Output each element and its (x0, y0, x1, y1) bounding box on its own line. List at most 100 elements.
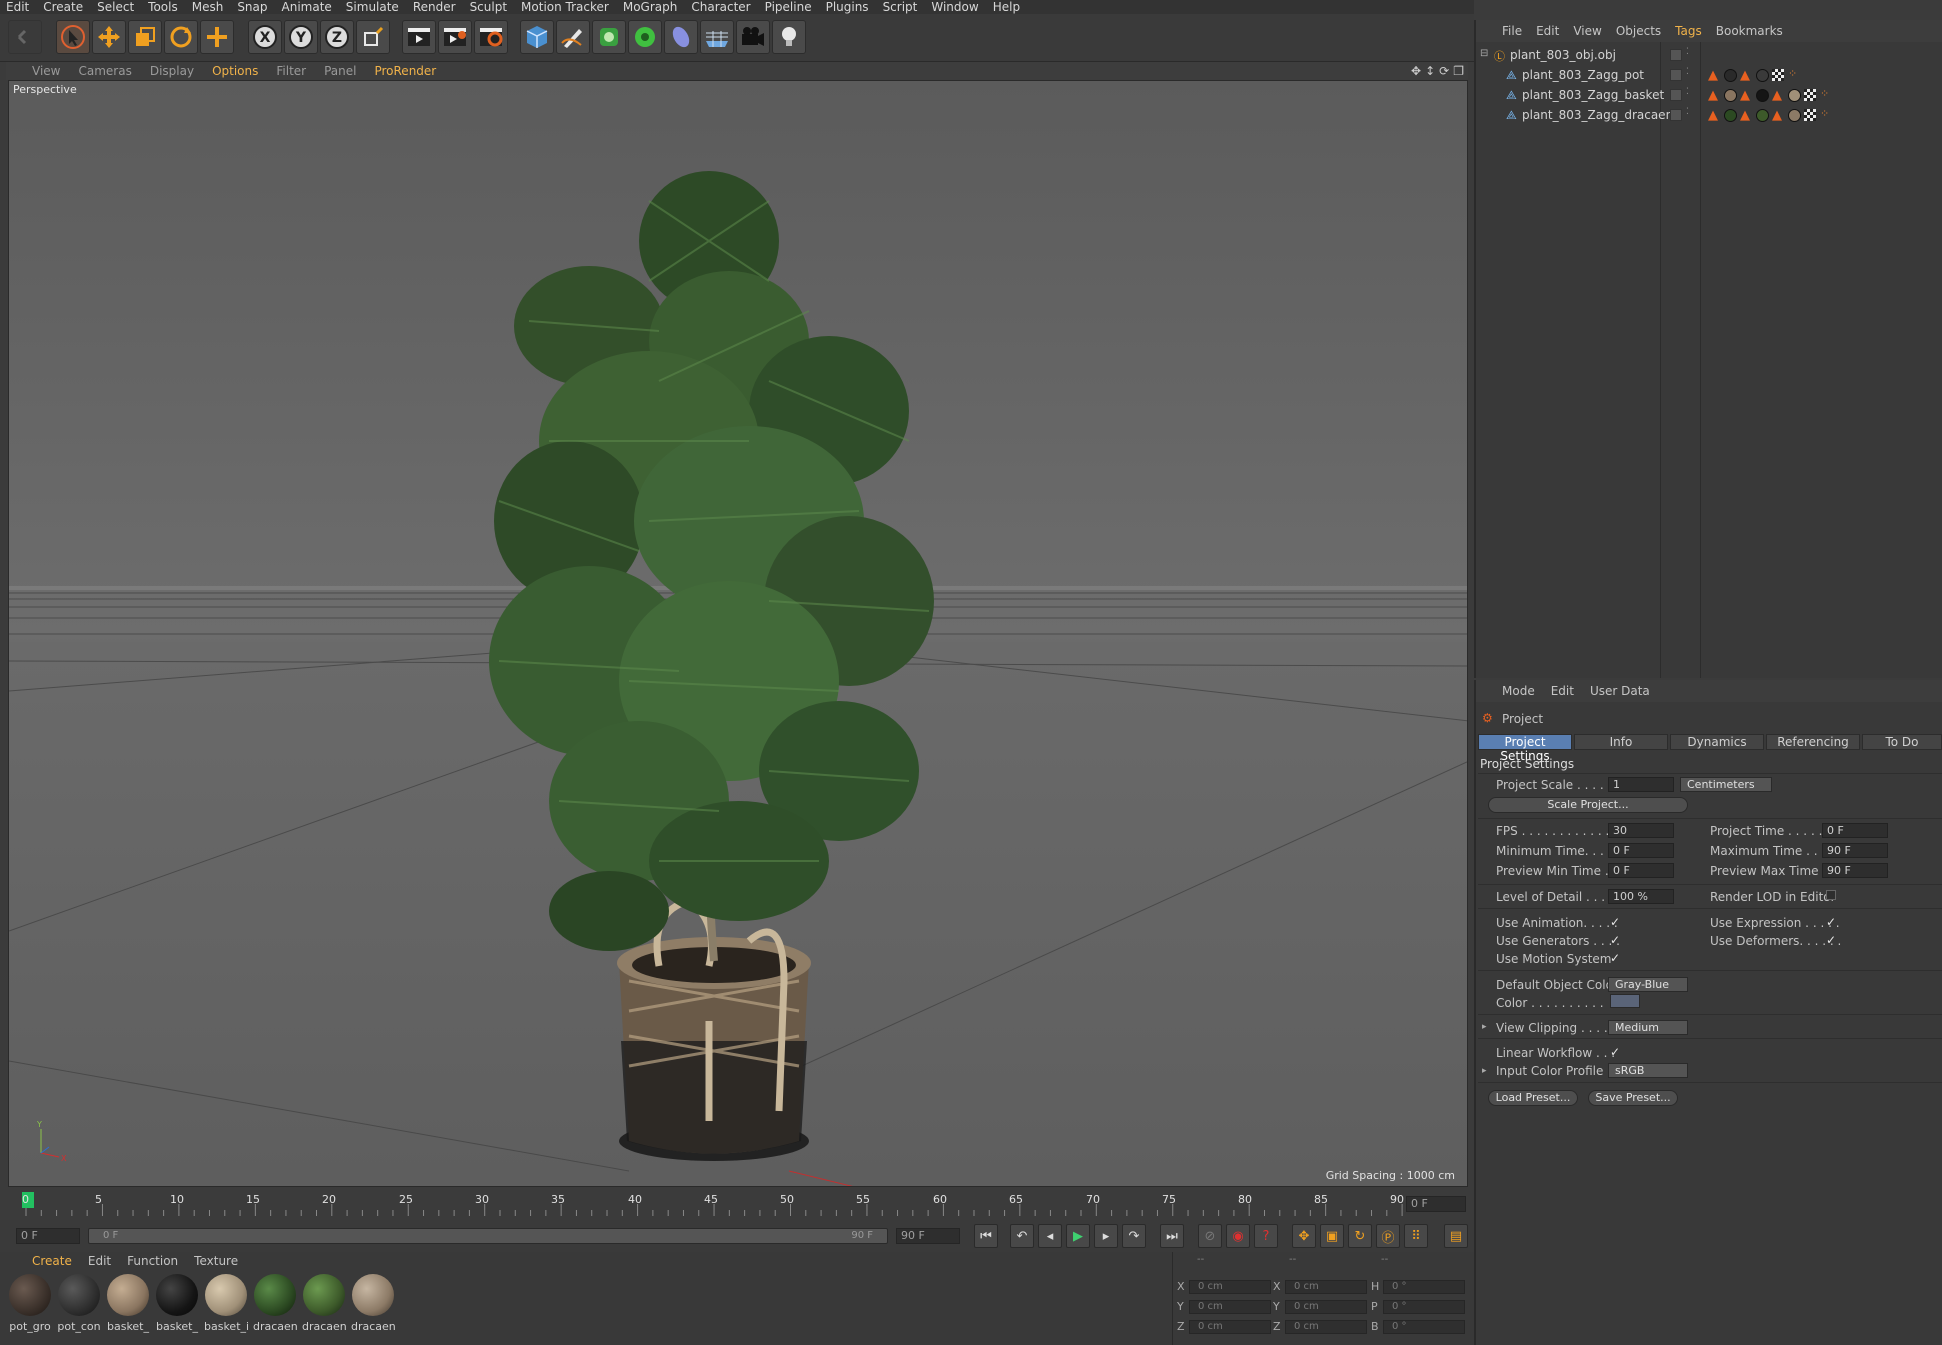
menu-animate[interactable]: Animate (282, 0, 332, 14)
tab-dynamics[interactable]: Dynamics (1670, 734, 1764, 750)
render-view-icon[interactable] (402, 20, 436, 54)
undo-icon[interactable] (8, 20, 42, 54)
viewport-menu-view[interactable]: View (32, 64, 60, 78)
material-swatch[interactable]: dracaen (253, 1274, 297, 1338)
project-scale-field[interactable]: 1 (1608, 777, 1674, 792)
autokey-icon[interactable]: ◉ (1226, 1224, 1250, 1248)
phong-tag-icon[interactable]: ▲ (1740, 68, 1750, 83)
position-x-field[interactable]: 0 cm (1189, 1280, 1271, 1294)
object-menu-file[interactable]: File (1502, 24, 1522, 38)
object-row[interactable]: ⊟ Ⓛ plant_803_obj.obj ⁚ (1476, 45, 1942, 65)
menu-render[interactable]: Render (413, 0, 456, 14)
move-icon[interactable] (92, 20, 126, 54)
position-key-icon[interactable]: ✥ (1292, 1224, 1316, 1248)
viewport-menu-panel[interactable]: Panel (324, 64, 356, 78)
material-tag-icon[interactable] (1724, 69, 1737, 82)
use-generators-checkbox[interactable]: ✓ (1610, 934, 1622, 946)
timeline-ruler[interactable]: 0 5 10 15 20 25 30 35 40 45 50 55 60 65 … (8, 1188, 1468, 1222)
selection-tag-icon[interactable]: ⁘ (1820, 87, 1829, 100)
uvw-tag-icon[interactable] (1804, 89, 1816, 101)
menu-create[interactable]: Create (43, 0, 83, 14)
render-settings-icon[interactable] (474, 20, 508, 54)
use-animation-checkbox[interactable]: ✓ (1610, 916, 1622, 928)
pan-icon[interactable]: ✥ (1411, 64, 1421, 78)
size-x-field[interactable]: 0 cm (1285, 1280, 1367, 1294)
viewport-menu-display[interactable]: Display (150, 64, 194, 78)
material-swatch[interactable]: basket_ (106, 1274, 150, 1338)
visibility-toggle[interactable] (1670, 89, 1682, 101)
input-color-profile-dropdown[interactable]: sRGB (1608, 1063, 1688, 1078)
phong-tag-icon[interactable]: ▲ (1708, 68, 1718, 83)
zoom-icon[interactable]: ↕ (1425, 64, 1435, 78)
material-tag-icon[interactable] (1788, 109, 1801, 122)
selection-tag-icon[interactable]: ⁘ (1820, 107, 1829, 120)
use-motion-system-checkbox[interactable]: ✓ (1610, 952, 1622, 964)
floor-icon[interactable] (700, 20, 734, 54)
material-tag-icon[interactable] (1724, 89, 1737, 102)
phong-tag-icon[interactable]: ▲ (1708, 108, 1718, 123)
record-keys-icon[interactable]: ⊘ (1198, 1224, 1222, 1248)
light-icon[interactable] (772, 20, 806, 54)
scale-key-icon[interactable]: ▣ (1320, 1224, 1344, 1248)
menu-character[interactable]: Character (691, 0, 750, 14)
object-menu-bookmarks[interactable]: Bookmarks (1716, 24, 1783, 38)
use-expression-checkbox[interactable]: ✓ (1826, 916, 1838, 928)
visibility-toggle[interactable] (1670, 109, 1682, 121)
rotation-key-icon[interactable]: ↻ (1348, 1224, 1372, 1248)
linear-workflow-checkbox[interactable]: ✓ (1610, 1046, 1622, 1058)
minimum-time-field[interactable]: 0 F (1608, 843, 1674, 858)
orbit-icon[interactable]: ⟳ (1439, 64, 1449, 78)
attribute-menu-user-data[interactable]: User Data (1590, 684, 1650, 698)
expand-arrow-icon[interactable]: ▸ (1482, 1066, 1487, 1076)
selection-tag-icon[interactable]: ⁘ (1788, 67, 1797, 80)
render-lod-checkbox[interactable] (1826, 890, 1836, 900)
tab-project-settings[interactable]: Project Settings (1478, 734, 1572, 763)
rotation-h-field[interactable]: 0 ° (1383, 1280, 1465, 1294)
size-z-field[interactable]: 0 cm (1285, 1320, 1367, 1334)
color-swatch[interactable] (1610, 994, 1640, 1008)
viewport-menu-cameras[interactable]: Cameras (78, 64, 131, 78)
go-to-end-icon[interactable]: ⏭ (1160, 1224, 1184, 1248)
tab-info[interactable]: Info (1574, 734, 1668, 750)
parameter-key-icon[interactable]: Ⓟ (1376, 1224, 1400, 1248)
visibility-toggle[interactable] (1670, 69, 1682, 81)
save-preset-button[interactable]: Save Preset... (1588, 1090, 1678, 1106)
preview-max-time-field[interactable]: 90 F (1822, 863, 1888, 878)
maximum-time-field[interactable]: 90 F (1822, 843, 1888, 858)
object-menu-edit[interactable]: Edit (1536, 24, 1559, 38)
material-tag-icon[interactable] (1756, 109, 1769, 122)
viewport-menu-filter[interactable]: Filter (276, 64, 306, 78)
visibility-toggle[interactable] (1670, 49, 1682, 61)
phong-tag-icon[interactable]: ▲ (1708, 88, 1718, 103)
camera-icon[interactable] (736, 20, 770, 54)
material-tag-icon[interactable] (1756, 89, 1769, 102)
view-clipping-dropdown[interactable]: Medium (1608, 1020, 1688, 1035)
material-menu-function[interactable]: Function (127, 1254, 178, 1268)
current-frame-field[interactable]: 0 F (1406, 1196, 1466, 1212)
menu-sculpt[interactable]: Sculpt (470, 0, 507, 14)
menu-edit[interactable]: Edit (6, 0, 29, 14)
menu-snap[interactable]: Snap (237, 0, 267, 14)
object-row[interactable]: ⟁ plant_803_Zagg_dracaena ⁚ ▲ ▲ ▲ ⁘ (1476, 105, 1942, 125)
tab-to-do[interactable]: To Do (1862, 734, 1942, 750)
material-tag-icon[interactable] (1756, 69, 1769, 82)
phong-tag-icon[interactable]: ▲ (1772, 108, 1782, 123)
menu-script[interactable]: Script (883, 0, 918, 14)
position-y-field[interactable]: 0 cm (1189, 1300, 1271, 1314)
load-preset-button[interactable]: Load Preset... (1488, 1090, 1578, 1106)
deformer-icon[interactable] (664, 20, 698, 54)
point-level-key-icon[interactable]: ⠿ (1404, 1224, 1428, 1248)
rotate-icon[interactable] (164, 20, 198, 54)
uvw-tag-icon[interactable] (1772, 69, 1784, 81)
keyframe-selection-icon[interactable]: ? (1254, 1224, 1278, 1248)
menu-mesh[interactable]: Mesh (192, 0, 224, 14)
subdivision-icon[interactable] (592, 20, 626, 54)
next-frame-icon[interactable]: ▸ (1094, 1224, 1118, 1248)
uvw-tag-icon[interactable] (1804, 109, 1816, 121)
material-swatch[interactable]: basket_ (155, 1274, 199, 1338)
material-swatch[interactable]: pot_gro (8, 1274, 52, 1338)
material-menu-texture[interactable]: Texture (194, 1254, 238, 1268)
cube-icon[interactable] (520, 20, 554, 54)
z-axis-icon[interactable]: Z (320, 20, 354, 54)
x-axis-icon[interactable]: X (248, 20, 282, 54)
